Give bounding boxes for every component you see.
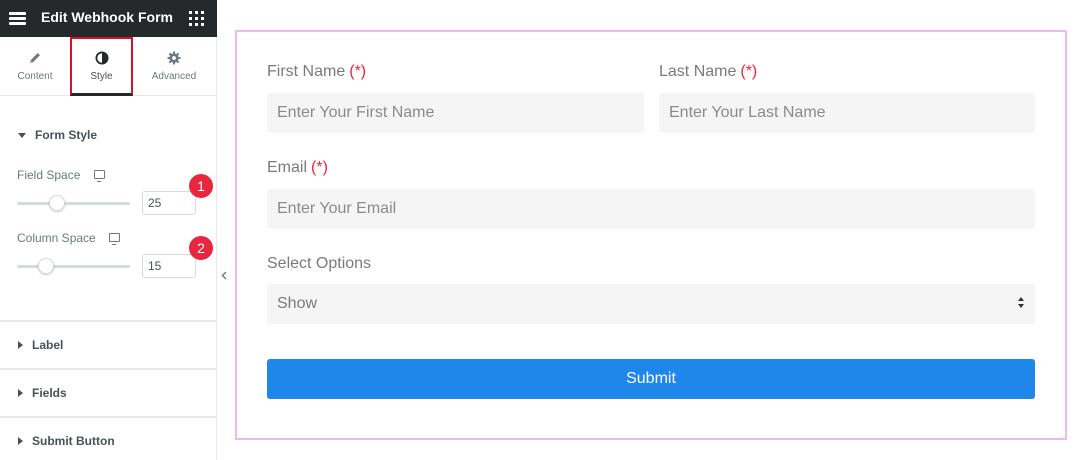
email-input[interactable] (267, 189, 1035, 229)
section-submit-button[interactable]: Submit Button (0, 418, 216, 460)
email-label-text: Email (267, 159, 308, 176)
section-title: Submit Button (32, 434, 115, 448)
tab-content[interactable]: Content (0, 37, 70, 96)
section-fields[interactable]: Fields (0, 370, 216, 416)
annotation-badge-1: 1 (189, 174, 213, 198)
field-space-slider-thumb[interactable] (49, 195, 66, 211)
last-name-input[interactable] (659, 93, 1035, 133)
section-title: Label (32, 338, 64, 352)
column-space-slider[interactable] (17, 265, 130, 268)
menu-icon[interactable] (9, 12, 26, 25)
first-name-input[interactable] (267, 93, 644, 133)
tab-label: Content (17, 71, 53, 82)
required-marker: (*) (740, 63, 758, 80)
annotation-badge-2: 2 (189, 236, 213, 260)
caret-down-icon (18, 132, 26, 138)
tab-style[interactable]: Style (70, 37, 133, 96)
tab-label: Style (90, 71, 113, 82)
first-name-label-text: First Name (267, 63, 346, 80)
email-label: Email (*) (267, 159, 328, 177)
pencil-icon (30, 53, 40, 63)
section-label[interactable]: Label (0, 322, 216, 368)
field-space-input[interactable] (142, 191, 196, 215)
panel-tabs: Content Style Advanced (0, 37, 217, 96)
field-space-label: Field Space (17, 168, 81, 182)
submit-button[interactable]: Submit (267, 359, 1035, 399)
caret-right-icon (18, 389, 23, 397)
tab-advanced[interactable]: Advanced (140, 37, 208, 96)
caret-right-icon (18, 437, 23, 445)
half-circle-icon (95, 51, 108, 65)
monitor-icon[interactable] (94, 170, 105, 182)
monitor-icon[interactable] (109, 233, 120, 245)
column-space-input[interactable] (142, 254, 196, 278)
column-space-slider-thumb[interactable] (37, 258, 54, 274)
select-value: Show (277, 295, 318, 312)
last-name-label: Last Name (*) (659, 63, 757, 81)
section-form-style[interactable]: Form Style (0, 111, 216, 159)
collapse-panel-handle[interactable] (217, 261, 231, 289)
chevron-left-icon (221, 271, 227, 279)
select-options-dropdown[interactable]: Show (267, 284, 1035, 324)
caret-right-icon (18, 341, 23, 349)
select-arrows-icon (1018, 297, 1026, 311)
required-marker: (*) (349, 63, 367, 80)
widgets-grid-icon[interactable] (189, 11, 204, 26)
editor-panel: Edit Webhook Form Content Style Advanced… (0, 0, 217, 460)
last-name-label-text: Last Name (659, 63, 737, 80)
field-space-slider[interactable] (17, 202, 130, 205)
panel-title: Edit Webhook Form (41, 9, 173, 25)
required-marker: (*) (311, 159, 328, 176)
panel-header: Edit Webhook Form (0, 0, 217, 37)
tab-label: Advanced (151, 71, 197, 82)
select-options-label: Select Options (267, 255, 372, 272)
first-name-label: First Name (*) (267, 63, 366, 81)
section-title: Form Style (35, 128, 98, 142)
column-space-label: Column Space (17, 231, 96, 245)
gear-icon (167, 51, 181, 65)
section-title: Fields (32, 386, 67, 400)
